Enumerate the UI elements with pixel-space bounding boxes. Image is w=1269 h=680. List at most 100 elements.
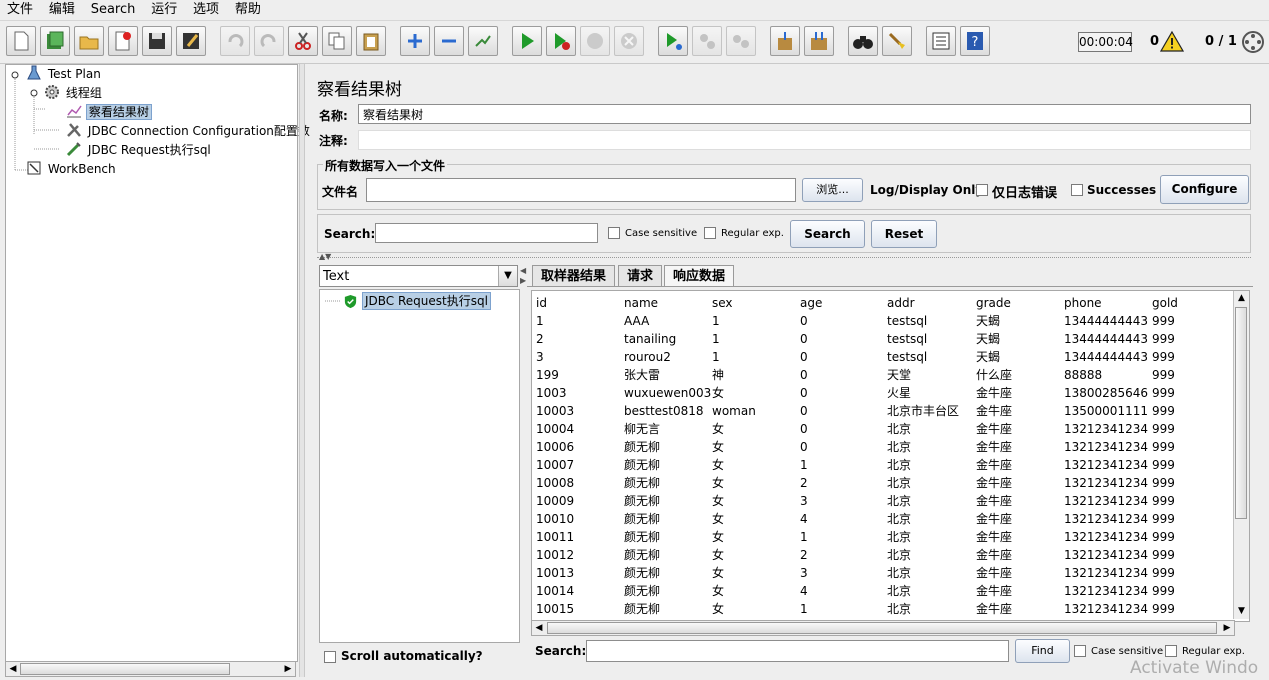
tab-request[interactable]: 请求 xyxy=(618,265,663,287)
table-cell: 999 xyxy=(1152,458,1175,472)
table-cell: 0 xyxy=(800,368,808,382)
menu-file[interactable]: 文件 xyxy=(2,0,38,20)
sample-result-item[interactable]: JDBC Request执行sql xyxy=(362,292,491,310)
remote-stop-icon[interactable] xyxy=(692,26,722,56)
table-cell: 金牛座 xyxy=(976,422,1013,436)
help-icon[interactable]: ? xyxy=(960,26,990,56)
tree-node-result-tree[interactable]: 察看结果树 xyxy=(66,103,152,121)
copy-icon[interactable] xyxy=(322,26,352,56)
tree-horizontal-scrollbar[interactable]: ◀ ▶ xyxy=(5,661,296,677)
column-header: age xyxy=(800,296,823,310)
open-icon[interactable] xyxy=(74,26,104,56)
vertical-scrollbar[interactable]: ▲ ▼ xyxy=(1233,291,1249,619)
table-cell: 火星 xyxy=(887,386,912,400)
bottom-search-input[interactable] xyxy=(586,640,1009,662)
scroll-auto-checkbox[interactable] xyxy=(324,651,336,663)
find-button[interactable]: Find xyxy=(1015,639,1070,663)
save-icon[interactable] xyxy=(142,26,172,56)
case-sensitive-checkbox[interactable] xyxy=(608,227,620,239)
table-cell: 2 xyxy=(800,548,808,562)
tree-node-workbench[interactable]: WorkBench xyxy=(26,160,118,178)
toggle-icon[interactable] xyxy=(468,26,498,56)
table-cell: 13212341234 xyxy=(1064,584,1148,598)
successes-checkbox[interactable] xyxy=(1071,184,1083,196)
table-cell: 10014 xyxy=(536,584,575,598)
tree-node-jdbc-request[interactable]: JDBC Request执行sql xyxy=(66,141,213,159)
remote-start-icon[interactable] xyxy=(658,26,688,56)
tab-response-data[interactable]: 响应数据 xyxy=(664,265,735,287)
scroll-thumb[interactable] xyxy=(20,663,230,675)
tab-sampler-result[interactable]: 取样器结果 xyxy=(532,265,616,287)
start-no-pause-icon[interactable] xyxy=(546,26,576,56)
table-scroll-right-icon[interactable]: ▶ xyxy=(1220,621,1234,635)
table-cell: 颜无柳 xyxy=(624,566,661,580)
table-cell: 10012 xyxy=(536,548,575,562)
scroll-down-arrow-icon[interactable]: ▼ xyxy=(1234,604,1249,618)
table-cell: 13212341234 xyxy=(1064,602,1148,616)
reset-search-broom-icon[interactable] xyxy=(882,26,912,56)
table-cell: 4 xyxy=(800,584,808,598)
redo-icon[interactable] xyxy=(254,26,284,56)
vertical-scroll-thumb[interactable] xyxy=(1235,307,1247,519)
browse-button[interactable]: 浏览... xyxy=(802,178,863,202)
undo-icon[interactable] xyxy=(220,26,250,56)
column-header: phone xyxy=(1064,296,1102,310)
expand-icon[interactable] xyxy=(400,26,430,56)
bottom-regex-checkbox[interactable] xyxy=(1165,645,1177,657)
save-as-icon[interactable] xyxy=(176,26,206,56)
scroll-right-arrow-icon[interactable]: ▶ xyxy=(281,662,295,676)
table-cell: 颜无柳 xyxy=(624,548,661,562)
configure-button[interactable]: Configure xyxy=(1160,175,1249,204)
table-horizontal-scrollbar[interactable]: ◀ ▶ xyxy=(531,620,1235,636)
divider-arrows-icon[interactable]: ▲▼ xyxy=(319,252,331,261)
search-button[interactable]: Search xyxy=(790,220,865,248)
bottom-case-checkbox[interactable] xyxy=(1074,645,1086,657)
cut-icon[interactable] xyxy=(288,26,318,56)
menu-options[interactable]: 选项 xyxy=(188,0,224,20)
table-cell: 13212341234 xyxy=(1064,440,1148,454)
paste-icon[interactable] xyxy=(356,26,386,56)
shutdown-icon[interactable] xyxy=(614,26,644,56)
name-input[interactable] xyxy=(358,104,1251,124)
main-splitter[interactable] xyxy=(299,64,305,677)
warning-icon[interactable] xyxy=(1160,30,1184,52)
clear-all-icon[interactable] xyxy=(804,26,834,56)
reset-button[interactable]: Reset xyxy=(871,220,937,248)
function-helper-icon[interactable] xyxy=(926,26,956,56)
clear-icon[interactable] xyxy=(770,26,800,56)
search-binoculars-icon[interactable] xyxy=(848,26,878,56)
start-icon[interactable] xyxy=(512,26,542,56)
tree-node-jdbc-config[interactable]: JDBC Connection Configuration配置数 xyxy=(66,122,312,140)
split-arrows-icon[interactable]: ◀ ▶ xyxy=(520,266,526,286)
filename-input[interactable] xyxy=(366,178,796,202)
renderer-select[interactable]: Text ▼ xyxy=(319,265,518,287)
menu-search[interactable]: Search xyxy=(86,0,141,20)
scroll-up-arrow-icon[interactable]: ▲ xyxy=(1234,291,1249,305)
table-scroll-thumb[interactable] xyxy=(547,622,1217,634)
chevron-down-icon[interactable]: ▼ xyxy=(498,266,517,286)
menu-run[interactable]: 运行 xyxy=(146,0,182,20)
remote-status-icon[interactable] xyxy=(1241,30,1265,54)
scroll-left-arrow-icon[interactable]: ◀ xyxy=(6,662,20,676)
split-divider[interactable] xyxy=(317,257,1251,260)
tree-node-thread-group[interactable]: 线程组 xyxy=(44,84,104,102)
close-icon[interactable] xyxy=(108,26,138,56)
table-cell: 999 xyxy=(1152,404,1175,418)
menu-help[interactable]: 帮助 xyxy=(230,0,266,20)
table-cell: 女 xyxy=(712,584,725,598)
elapsed-timer: 00:00:04 xyxy=(1078,32,1133,52)
regex-checkbox[interactable] xyxy=(704,227,716,239)
errors-only-checkbox[interactable] xyxy=(976,184,988,196)
menu-edit[interactable]: 编辑 xyxy=(44,0,80,20)
comment-input[interactable] xyxy=(358,130,1251,150)
templates-icon[interactable] xyxy=(40,26,70,56)
stop-icon[interactable] xyxy=(580,26,610,56)
remote-exit-icon[interactable] xyxy=(726,26,756,56)
chart-icon xyxy=(67,105,82,118)
new-icon[interactable] xyxy=(6,26,36,56)
table-cell: 颜无柳 xyxy=(624,440,661,454)
table-scroll-left-icon[interactable]: ◀ xyxy=(532,621,546,635)
search-input[interactable] xyxy=(375,223,598,243)
tree-node-test-plan[interactable]: Test Plan xyxy=(26,65,103,83)
collapse-icon[interactable] xyxy=(434,26,464,56)
